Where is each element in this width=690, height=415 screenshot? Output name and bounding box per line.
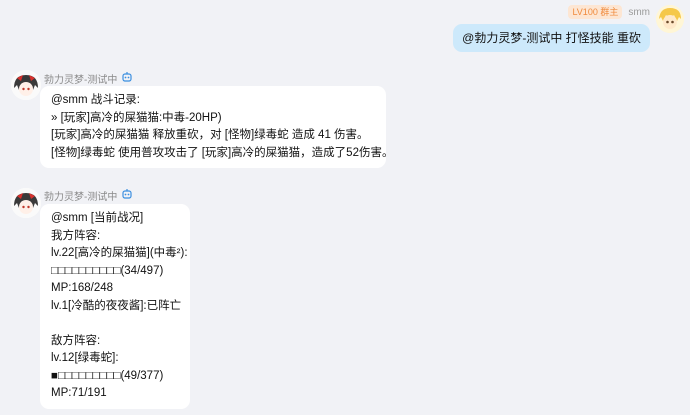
bot-avatar[interactable] — [11, 188, 41, 218]
sender-name: 勃力灵梦-测试中 — [44, 192, 118, 203]
bot-name: 勃力灵梦-测试中 — [44, 188, 133, 203]
user-avatar[interactable] — [656, 5, 684, 33]
robot-icon — [121, 71, 133, 86]
battle-status-bubble: @smm [当前战况] 我方阵容: lv.22[高冷的屎猫猫](中毒²): □□… — [40, 204, 190, 409]
message-line: lv.12[绿毒蛇]: — [51, 352, 119, 364]
user-meta: LV100 群主 smm — [568, 5, 650, 19]
hp-bar-text: □□□□□□□□□□(34/497) — [51, 264, 164, 277]
hp-bar-text: ■□□□□□□□□□(49/377) — [51, 369, 164, 382]
message-line: MP:71/191 — [51, 387, 107, 399]
battle-log-bubble: @smm 战斗记录: » [玩家]高冷的屎猫猫:中毒-20HP) [玩家]高冷的… — [40, 86, 394, 168]
user-message-bubble: @勃力灵梦-测试中 打怪技能 重砍 — [453, 24, 650, 52]
message-line: 我方阵容: — [51, 229, 101, 242]
message-line: @smm [当前战况] — [51, 212, 144, 224]
bot-avatar[interactable] — [11, 70, 41, 100]
robot-icon — [121, 188, 133, 203]
message-line — [51, 315, 179, 333]
bot-name: 勃力灵梦-测试中 — [44, 71, 133, 86]
message-line: 敌方阵容: — [51, 334, 101, 347]
username: smm — [628, 6, 650, 18]
level-badge: LV100 群主 — [568, 5, 623, 19]
message-line: lv.22[高冷的屎猫猫](中毒²): — [51, 247, 188, 259]
message-line: [怪物]绿毒蛇 使用普攻攻击了 [玩家]高冷的屎猫猫，造成了52伤害。 — [51, 146, 394, 159]
message-line: » [玩家]高冷的屎猫猫:中毒-20HP) — [51, 111, 222, 124]
sender-name: 勃力灵梦-测试中 — [44, 75, 118, 86]
message-line: [玩家]高冷的屎猫猫 释放重砍，对 [怪物]绿毒蛇 造成 41 伤害。 — [51, 129, 369, 141]
message-line: @smm 战斗记录: — [51, 94, 140, 106]
message-line: MP:168/248 — [51, 282, 114, 294]
message-line: lv.1[冷酷的夜夜酱]:已阵亡 — [51, 299, 182, 312]
